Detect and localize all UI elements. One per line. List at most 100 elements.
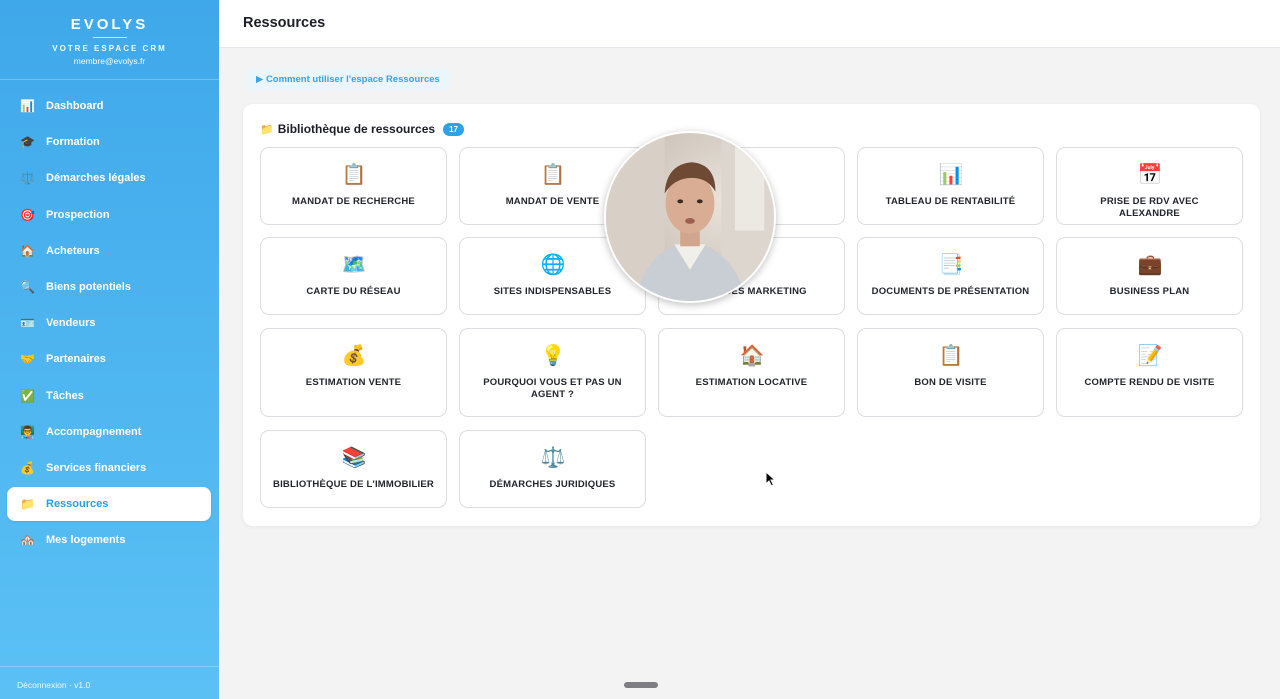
globe-icon: 🌐 [540,254,566,276]
sidebar-item-vendeurs[interactable]: 🪪 Vendeurs [7,306,211,340]
scales-icon: ⚖️ [540,447,566,469]
sidebar-item-acheteurs[interactable]: 🏠 Acheteurs [7,234,211,268]
sidebar-item-biens-potentiels[interactable]: 🔍 Biens potentiels [7,270,211,304]
sidebar-item-ressources[interactable]: 📁 Ressources [7,487,211,522]
sidebar-item-label: Démarches légales [46,172,146,185]
brand-divider [92,37,127,38]
sidebar: EVOLYS VOTRE ESPACE CRM membre@evolys.fr… [0,0,219,699]
panel-title: Bibliothèque de ressources [277,122,436,136]
resource-card-label: ESTIMATION LOCATIVE [695,377,808,388]
resource-card-label: POURQUOI VOUS ET PAS UN AGENT ? [483,377,622,400]
target-icon: 🎯 [20,207,35,222]
sidebar-item-formation[interactable]: 🎓 Formation [7,125,211,159]
resource-card-label: DÉMARCHES JURIDIQUES [489,479,616,490]
sidebar-item-label: Services financiers [46,461,147,474]
resource-card-label: MANDAT DE RECHERCHE [292,196,415,207]
resource-card[interactable]: ⚖️ DÉMARCHES JURIDIQUES [459,430,646,508]
resource-card[interactable]: 📑 DOCUMENTS DE PRÉSENTATION [857,237,1044,315]
resource-card-label: BIBLIOTHÈQUE DE L'IMMOBILIER [273,479,434,490]
logout-link[interactable]: Déconnexion · v1.0 [0,666,219,699]
sidebar-item-label: Dashboard [46,100,104,112]
coach-icon: 👨‍🏫 [20,424,35,439]
folder-icon: 📁 [20,497,35,512]
resource-card-label: SITES INDISPENSABLES [493,286,612,297]
resource-card[interactable]: 📋 MANDAT DE RECHERCHE [260,147,447,225]
magnifier-icon: 🔍 [20,279,35,294]
sidebar-item-label: Biens potentiels [46,280,131,293]
clipboard-icon: 📋 [341,164,367,186]
help-toggle[interactable]: ▶ Comment utiliser l'espace Ressources [247,69,451,90]
clipboard-icon: 📋 [540,164,566,186]
sidebar-item-accompagnement[interactable]: 👨‍🏫 Accompagnement [7,415,211,449]
graduation-cap-icon: 🎓 [20,135,35,150]
handshake-icon: 🤝 [20,352,35,367]
houses-icon: 🏘️ [20,533,35,548]
briefcase-icon: 💼 [1137,254,1163,276]
map-icon: 🗺️ [341,254,367,276]
sidebar-item-label: Mes logements [46,534,126,547]
house-icon: 🏠 [739,345,765,367]
resource-card[interactable]: 🏠 ESTIMATION LOCATIVE [658,328,845,417]
sidebar-item-label: Formation [46,136,100,149]
resource-card[interactable]: 💼 BUSINESS PLAN [1056,237,1243,315]
sidebar-item-label: Accompagnement [46,425,142,438]
resource-card-label: DOCUMENTS DE PRÉSENTATION [871,286,1030,297]
sidebar-item-services-financiers[interactable]: 💰 Services financiers [7,451,211,485]
sidebar-item-partenaires[interactable]: 🤝 Partenaires [7,342,211,376]
panel-header: 📁 Bibliothèque de ressources 17 [260,122,464,136]
brand-name: EVOLYS [70,16,149,33]
resource-card[interactable]: 📝 COMPTE RENDU DE VISITE [1056,328,1243,417]
user-email: membre@evolys.fr [73,56,146,66]
resource-card-label: PRISE DE RDV AVEC ALEXANDRE [1100,196,1199,219]
money-bag-icon: 💰 [20,460,35,475]
resource-card[interactable]: 💰 ESTIMATION VENTE [260,328,447,417]
sidebar-item-label: Ressources [46,498,109,511]
bar-chart-icon: 📊 [938,164,964,186]
folder-icon: 📁 [260,123,274,136]
sidebar-item-label: Partenaires [46,353,106,366]
scales-icon: ⚖️ [20,171,35,186]
brand-block: EVOLYS VOTRE ESPACE CRM membre@evolys.fr [0,0,219,80]
resource-count-badge: 17 [443,122,464,136]
house-icon: 🏠 [20,243,35,258]
resource-card-label: TABLEAU DE RENTABILITÉ [885,196,1016,207]
sidebar-item-label: Acheteurs [46,244,100,257]
sidebar-item-label: Tâches [46,389,84,402]
brand-tagline: VOTRE ESPACE CRM [52,44,167,53]
sidebar-nav: 📊 Dashboard 🎓 Formation ⚖️ Démarches légales 🎯… [0,89,219,559]
sidebar-item-taches[interactable]: ✅ Tâches [7,379,211,413]
sidebar-item-prospection[interactable]: 🎯 Prospection [7,198,211,232]
money-bag-icon: 💰 [341,345,367,367]
page-header: Ressources [219,0,1280,48]
checkbox-icon: ✅ [20,388,35,403]
resource-card-label: CARTE DU RÉSEAU [306,286,401,297]
resource-card[interactable]: 📚 BIBLIOTHÈQUE DE L'IMMOBILIER [260,430,447,508]
resource-card[interactable]: 📋 BON DE VISITE [857,328,1044,417]
resource-card-label: BON DE VISITE [914,377,987,388]
sidebar-item-demarches-legales[interactable]: ⚖️ Démarches légales [7,161,211,195]
books-icon: 📚 [341,447,367,469]
document-icon: 📑 [938,254,964,276]
resource-card[interactable]: 📊 TABLEAU DE RENTABILITÉ [857,147,1044,225]
page-title: Ressources [243,15,326,31]
clipboard-icon: 📋 [938,345,964,367]
sidebar-item-dashboard[interactable]: 📊 Dashboard [7,89,211,123]
chart-icon: 📊 [20,99,35,113]
sidebar-item-label: Vendeurs [46,317,96,330]
sidebar-item-label: Prospection [46,208,110,221]
resource-card-label: ESTIMATION VENTE [305,377,402,388]
mouse-cursor-icon [765,471,777,487]
memo-icon: 📝 [1137,345,1163,367]
resource-card[interactable]: 🗺️ CARTE DU RÉSEAU [260,237,447,315]
webcam-video-bubble[interactable] [604,131,776,303]
resource-card[interactable]: 📅 PRISE DE RDV AVEC ALEXANDRE [1056,147,1243,225]
resource-card-label: BUSINESS PLAN [1109,286,1190,297]
presenter-video-frame [606,133,774,301]
calendar-icon: 📅 [1137,164,1163,186]
resource-card[interactable]: 💡 POURQUOI VOUS ET PAS UN AGENT ? [459,328,646,417]
id-card-icon: 🪪 [20,316,35,331]
sidebar-item-mes-logements[interactable]: 🏘️ Mes logements [7,523,211,557]
lightbulb-icon: 💡 [540,345,566,367]
resource-card-label: COMPTE RENDU DE VISITE [1084,377,1215,388]
scroll-handle[interactable] [624,682,658,688]
